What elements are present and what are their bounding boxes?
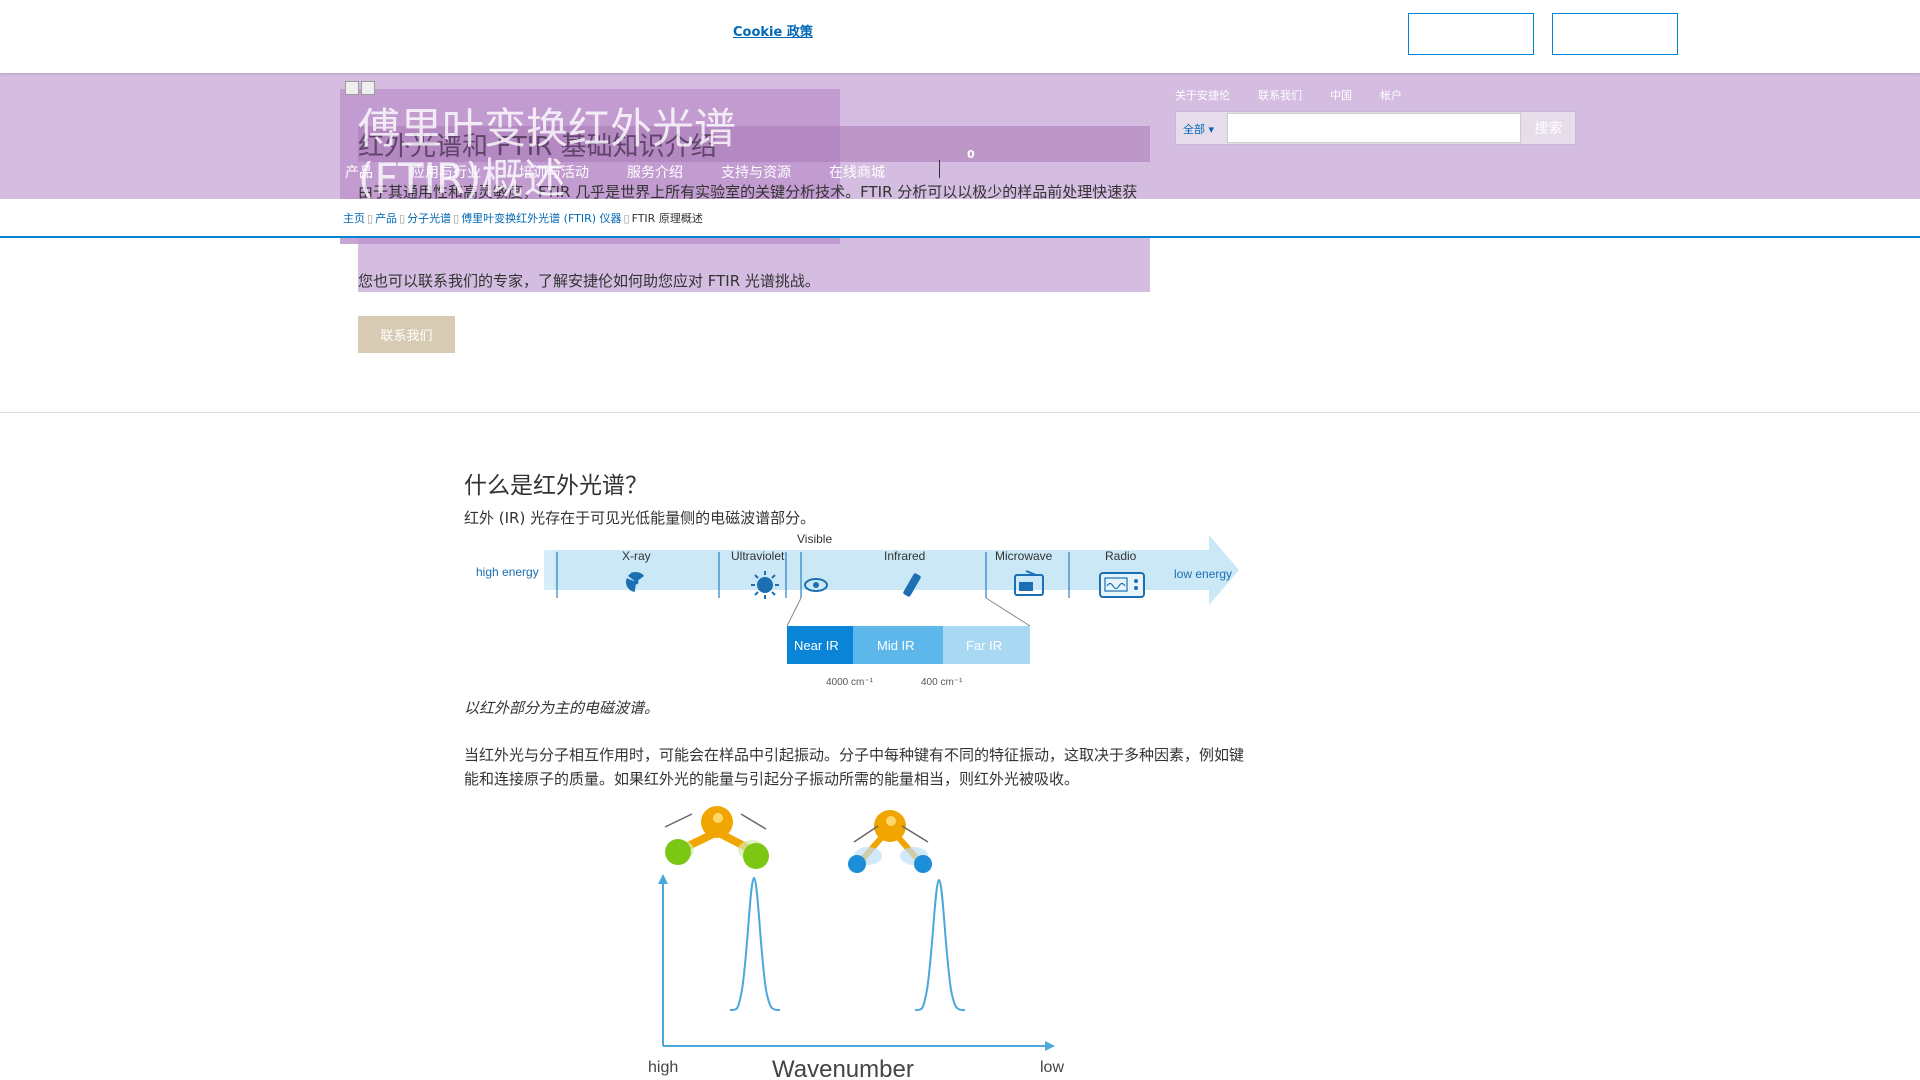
contact-us-button[interactable]: 联系我们 <box>358 316 455 353</box>
broken-image-icon <box>361 81 375 95</box>
low-energy-label: low energy <box>1174 567 1232 581</box>
far-ir-label: Far IR <box>966 638 1002 653</box>
nav-item-support[interactable]: 支持与资源 <box>721 162 791 182</box>
cart-count-badge[interactable]: 0 <box>967 148 975 161</box>
breadcrumb-ftir-instruments[interactable]: 傅里叶变换红外光谱 (FTIR) 仪器 <box>461 212 621 225</box>
spectrum-arrow-tail <box>544 550 554 590</box>
chevron-right-icon: ▯ <box>453 212 460 225</box>
logo[interactable] <box>345 81 377 98</box>
breadcrumb-current: FTIR 原理概述 <box>631 212 703 225</box>
search-button[interactable]: 搜索 <box>1523 113 1574 143</box>
band-label-infrared: Infrared <box>884 549 925 563</box>
chevron-down-icon: ▾ <box>1208 123 1215 136</box>
near-ir-label: Near IR <box>794 638 839 653</box>
search-input[interactable] <box>1227 113 1521 143</box>
x-axis-low-label: low <box>1040 1059 1064 1076</box>
tick-400-label: 400 cm⁻¹ <box>921 677 963 688</box>
zoom-line <box>786 597 802 627</box>
breadcrumb-products[interactable]: 产品 <box>375 212 397 225</box>
nav-item-products[interactable]: 产品 <box>345 162 373 182</box>
cookie-banner: Cookie 政策 <box>0 0 1920 73</box>
cookie-settings-button[interactable] <box>1552 13 1678 55</box>
breadcrumb-molecular-spectroscopy[interactable]: 分子光谱 <box>407 212 451 225</box>
util-link-about[interactable]: 关于安捷伦 <box>1175 87 1230 103</box>
section-divider <box>0 412 1920 413</box>
chevron-right-icon: ▯ <box>367 212 374 225</box>
vibration-arrow-icon <box>740 813 767 830</box>
hero-contact-text: 您也可以联系我们的专家，了解安捷伦如何助您应对 FTIR 光谱挑战。 <box>358 272 820 290</box>
vibration-arrow-icon <box>664 813 693 828</box>
utility-links: 关于安捷伦 联系我们 中国 帐户 <box>1175 87 1402 103</box>
article-paragraph: 红外 (IR) 光存在于可见光低能量侧的电磁波谱部分。 <box>464 509 816 527</box>
x-axis-title: Wavenumber <box>772 1056 914 1080</box>
cookie-policy-link[interactable]: Cookie 政策 <box>733 21 813 40</box>
band-label-ultraviolet: Ultraviolet <box>731 549 785 563</box>
nav-item-store[interactable]: 在线商城 <box>829 162 885 182</box>
radio-icon <box>1099 572 1145 598</box>
search-scope-label: 全部 <box>1183 123 1205 136</box>
mid-ir-label: Mid IR <box>877 638 915 653</box>
y-axis-arrow-icon <box>658 874 668 884</box>
section-heading: 什么是红外光谱？ <box>464 473 648 499</box>
nav-item-services[interactable]: 服务介绍 <box>627 162 683 182</box>
molecular-vibration-figure: high Wavenumber low <box>648 806 1064 1080</box>
chevron-right-icon: ▯ <box>623 212 630 225</box>
band-label-xray: X-ray <box>622 549 651 563</box>
vibration-arrow-icon <box>901 825 929 843</box>
nav-item-applications[interactable]: 应用与行业 <box>411 162 481 182</box>
search-scope-dropdown[interactable]: 全部 ▾ <box>1183 121 1214 137</box>
band-label-microwave: Microwave <box>995 549 1053 563</box>
page-title: 傅里叶变换红外光谱(FTIR)概述 <box>358 104 737 203</box>
nav-divider <box>939 160 940 178</box>
util-link-contact[interactable]: 联系我们 <box>1258 87 1302 103</box>
tick-4000-label: 4000 cm⁻¹ <box>826 677 874 688</box>
breadcrumb-bar <box>0 199 1920 238</box>
util-link-region[interactable]: 中国 <box>1330 87 1352 103</box>
cookie-accept-button[interactable] <box>1408 13 1534 55</box>
nav-item-training[interactable]: 培训与活动 <box>519 162 589 182</box>
electromagnetic-spectrum-figure: high energy low energy X-ray Ultraviolet… <box>476 532 1239 688</box>
zoom-line <box>985 597 1031 627</box>
band-label-radio: Radio <box>1105 549 1137 563</box>
bent-molecule-blue <box>848 810 932 873</box>
absorption-peak <box>914 878 966 1011</box>
main-nav: 产品 应用与行业 培训与活动 服务介绍 支持与资源 在线商城 <box>345 162 923 182</box>
absorption-peak <box>729 876 781 1011</box>
vibration-arrow-icon <box>853 825 879 843</box>
breadcrumb: 主页 ▯ 产品 ▯ 分子光谱 ▯ 傅里叶变换红外光谱 (FTIR) 仪器 ▯ FTIR 原理概述 <box>343 210 703 226</box>
band-label-visible: Visible <box>797 532 832 546</box>
x-axis-high-label: high <box>648 1059 678 1076</box>
broken-image-icon <box>345 81 359 95</box>
util-link-account[interactable]: 帐户 <box>1380 87 1402 103</box>
chevron-right-icon: ▯ <box>399 212 406 225</box>
article-paragraph: 当红外光与分子相互作用时，可能会在样品中引起振动。分子中每种键有不同的特征振动，… <box>464 746 1245 788</box>
breadcrumb-home[interactable]: 主页 <box>343 212 365 225</box>
figure-caption: 以红外部分为主的电磁波谱。 <box>464 699 660 717</box>
x-axis-arrow-icon <box>1045 1041 1055 1051</box>
high-energy-label: high energy <box>476 565 539 579</box>
bent-molecule-green <box>664 806 769 869</box>
